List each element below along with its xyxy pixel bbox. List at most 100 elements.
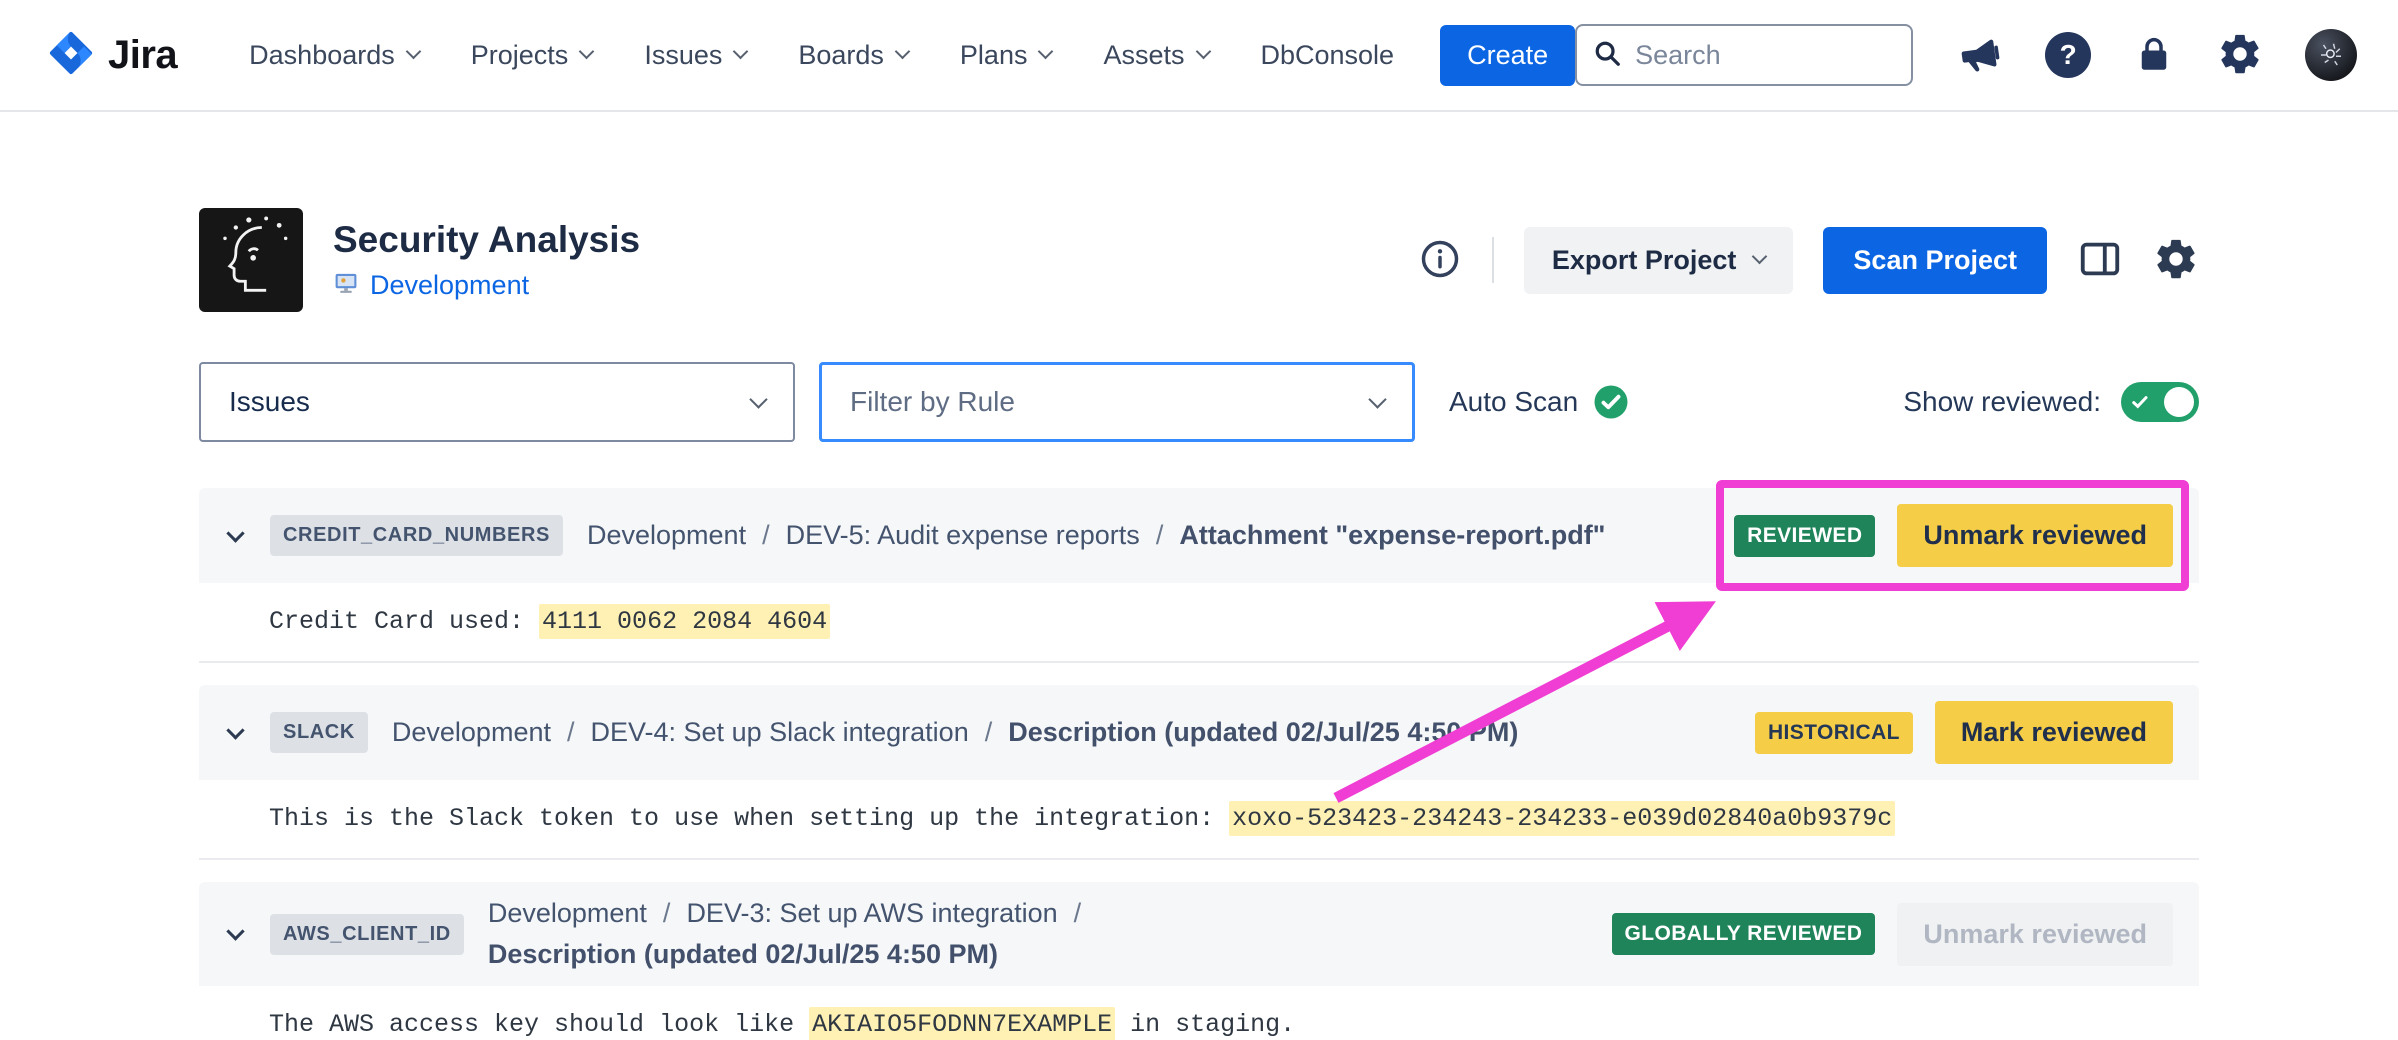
create-button[interactable]: Create: [1440, 25, 1575, 86]
user-avatar[interactable]: [2305, 29, 2357, 81]
breadcrumb: Development / DEV-3: Set up AWS integrat…: [488, 898, 1588, 970]
status-lozenge: HISTORICAL: [1755, 712, 1913, 754]
nav-item-dbconsole[interactable]: DbConsole: [1261, 40, 1395, 71]
brand-name: Jira: [108, 33, 177, 78]
help-button[interactable]: [2045, 32, 2091, 78]
project-header: Security Analysis Development: [199, 208, 2199, 312]
breadcrumb-separator: /: [985, 717, 993, 748]
mark-reviewed-button[interactable]: Mark reviewed: [1935, 701, 2173, 764]
secret-highlight: xoxo-523423-234243-234233-e039d02840a0b9…: [1229, 801, 1895, 836]
breadcrumb-separator: /: [1156, 520, 1164, 551]
finding-header: SLACK Development / DEV-4: Set up Slack …: [199, 685, 2199, 780]
status-lozenge: GLOBALLY REVIEWED: [1612, 913, 1876, 955]
nav-item-plans[interactable]: Plans: [960, 40, 1052, 71]
nav-item-label: Projects: [471, 40, 569, 71]
collapse-chevron-icon[interactable]: [225, 528, 246, 544]
chevron-down-icon: [1038, 44, 1054, 60]
rule-filter-placeholder: Filter by Rule: [850, 386, 1015, 418]
search-input[interactable]: [1635, 40, 1896, 71]
show-reviewed-label: Show reviewed:: [1903, 386, 2101, 418]
megaphone-icon: [1952, 28, 2006, 82]
chevron-down-icon: [405, 44, 421, 60]
avatar-icon: [2305, 29, 2357, 81]
jira-logo[interactable]: Jira: [48, 30, 177, 81]
nav-item-dashboards[interactable]: Dashboards: [249, 40, 419, 71]
finding-row-credit-card: CREDIT_CARD_NUMBERS Development / DEV-5:…: [199, 488, 2199, 663]
finding-controls: REVIEWED Unmark reviewed: [1734, 504, 2173, 567]
chevron-down-icon: [1752, 249, 1768, 265]
chevron-down-icon: [895, 44, 911, 60]
nav-item-label: Boards: [798, 40, 884, 71]
divider: [1492, 237, 1494, 283]
breadcrumb: Development / DEV-4: Set up Slack integr…: [392, 717, 1731, 748]
breadcrumb-separator: /: [762, 520, 770, 551]
gear-icon: [2217, 31, 2263, 80]
gear-icon: [2153, 236, 2199, 285]
breadcrumb-issue: DEV-4: Set up Slack integration: [591, 717, 969, 748]
announcements-button[interactable]: [1955, 31, 2003, 79]
nav-item-label: Assets: [1103, 40, 1184, 71]
export-project-label: Export Project: [1552, 245, 1737, 276]
top-navbar: Jira Dashboards Projects Issues Boards P…: [0, 0, 2398, 112]
issues-filter-value: Issues: [229, 386, 310, 418]
nav-item-issues[interactable]: Issues: [644, 40, 746, 71]
auto-scan-status: Auto Scan: [1449, 384, 1629, 420]
finding-controls: HISTORICAL Mark reviewed: [1755, 701, 2173, 764]
unmark-reviewed-button[interactable]: Unmark reviewed: [1897, 504, 2173, 567]
details-panel-button[interactable]: [2077, 236, 2123, 285]
global-search[interactable]: [1575, 24, 1913, 86]
secret-highlight: AKIAIO5FODNN7EXAMPLE: [809, 1007, 1115, 1040]
breadcrumb-project: Development: [488, 898, 647, 929]
nav-item-boards[interactable]: Boards: [798, 40, 908, 71]
content-text: Credit Card used:: [269, 607, 539, 636]
chevron-down-icon: [579, 44, 595, 60]
rule-badge: SLACK: [270, 712, 368, 753]
breadcrumb-separator: /: [1074, 898, 1082, 929]
filters-bar: Issues Filter by Rule Auto Scan Show rev…: [199, 362, 2199, 442]
navbar-right: [1575, 24, 2357, 86]
nav-item-label: Plans: [960, 40, 1028, 71]
breadcrumb-issue: DEV-5: Audit expense reports: [786, 520, 1140, 551]
project-mini-icon: [333, 270, 359, 301]
question-mark-icon: [2045, 32, 2091, 78]
check-circle-icon: [1593, 384, 1629, 420]
main-content: Security Analysis Development: [199, 208, 2199, 1040]
content-text: This is the Slack token to use when sett…: [269, 804, 1229, 833]
project-link[interactable]: Development: [370, 270, 529, 301]
collapse-chevron-icon[interactable]: [225, 926, 246, 942]
chevron-down-icon: [1195, 44, 1211, 60]
rule-badge: AWS_CLIENT_ID: [270, 914, 464, 955]
secret-highlight: 4111 0062 2084 4604: [539, 604, 830, 639]
rule-badge: CREDIT_CARD_NUMBERS: [270, 515, 563, 556]
breadcrumb-separator: /: [663, 898, 671, 929]
toggle-check-icon: [2130, 392, 2150, 412]
breadcrumb-issue: DEV-3: Set up AWS integration: [686, 898, 1057, 929]
nav-item-label: Dashboards: [249, 40, 395, 71]
breadcrumb-separator: /: [567, 717, 575, 748]
info-button[interactable]: [1418, 237, 1462, 284]
nav-item-assets[interactable]: Assets: [1103, 40, 1208, 71]
finding-content: The AWS access key should look like AKIA…: [199, 986, 2199, 1040]
breadcrumb-location: Attachment "expense-report.pdf": [1179, 520, 1605, 551]
rule-filter-select[interactable]: Filter by Rule: [819, 362, 1415, 442]
findings-list: CREDIT_CARD_NUMBERS Development / DEV-5:…: [199, 488, 2199, 1040]
content-text: in staging.: [1115, 1010, 1295, 1039]
breadcrumb-location: Description (updated 02/Jul/25 4:50 PM): [488, 939, 998, 970]
project-avatar-image: [199, 208, 303, 312]
collapse-chevron-icon[interactable]: [225, 725, 246, 741]
breadcrumb-project: Development: [587, 520, 746, 551]
scan-project-button[interactable]: Scan Project: [1823, 227, 2047, 294]
project-header-actions: Export Project Scan Project: [1418, 227, 2199, 294]
finding-header: CREDIT_CARD_NUMBERS Development / DEV-5:…: [199, 488, 2199, 583]
side-panel-icon: [2077, 236, 2123, 285]
nav-item-projects[interactable]: Projects: [471, 40, 593, 71]
unmark-reviewed-button-disabled: Unmark reviewed: [1897, 903, 2173, 966]
content-text: The AWS access key should look like: [269, 1010, 809, 1039]
export-project-button[interactable]: Export Project: [1524, 227, 1794, 294]
security-button[interactable]: [2133, 33, 2175, 78]
project-settings-button[interactable]: [2153, 236, 2199, 285]
show-reviewed-toggle[interactable]: [2121, 382, 2199, 422]
settings-button[interactable]: [2217, 31, 2263, 80]
issues-filter-select[interactable]: Issues: [199, 362, 795, 442]
finding-row-slack: SLACK Development / DEV-4: Set up Slack …: [199, 685, 2199, 860]
